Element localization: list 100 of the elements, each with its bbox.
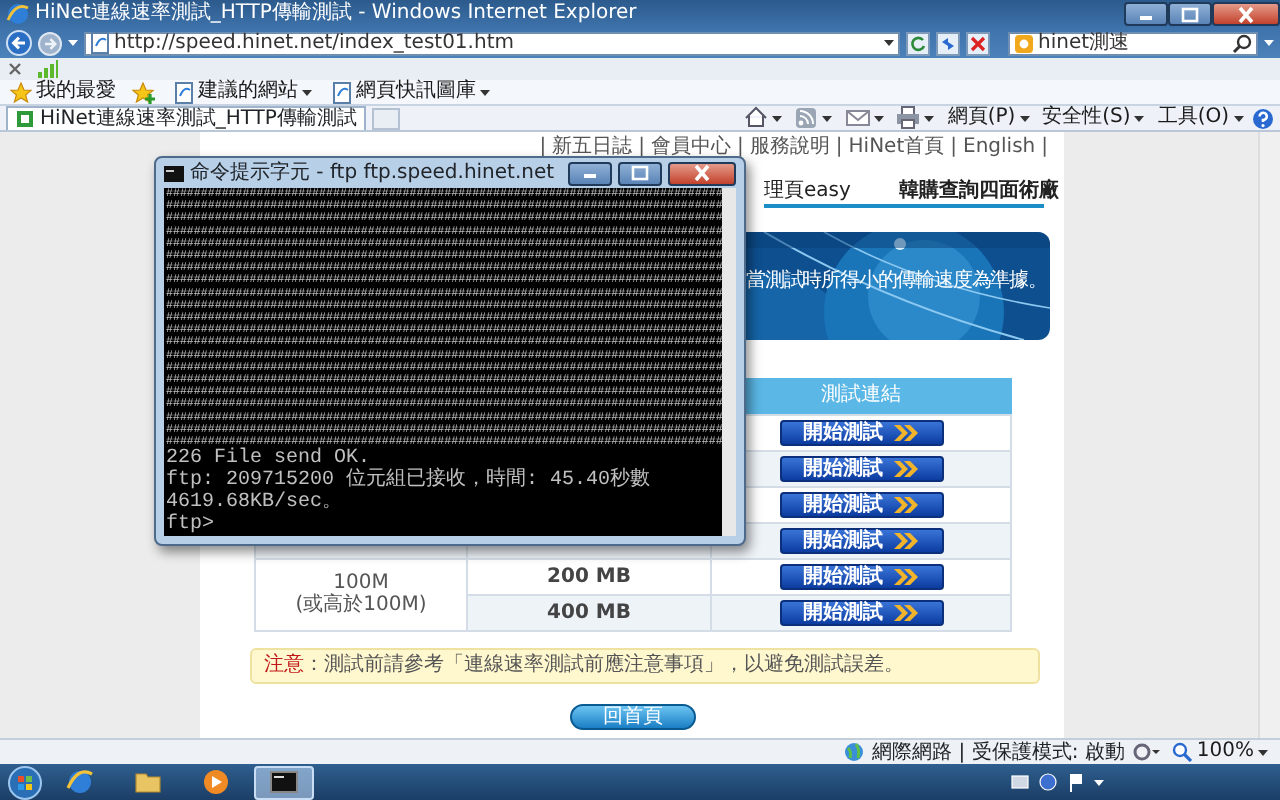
menu-button[interactable]: 工具(O)	[1153, 106, 1247, 130]
stop-icon[interactable]	[966, 31, 990, 55]
start-test-button[interactable]: 開始測試	[779, 455, 943, 481]
back-arrow-icon	[6, 30, 32, 56]
close-icon	[1236, 5, 1256, 23]
dropdown-caret-icon[interactable]	[884, 38, 894, 48]
favorites-button[interactable]: 我的最愛	[6, 80, 120, 104]
feeds-button[interactable]	[790, 106, 837, 130]
start-button[interactable]	[8, 765, 42, 799]
console-icon	[270, 768, 298, 796]
nav-tab[interactable]: 韓購查詢四面術廠	[898, 175, 1059, 205]
chevrons-icon	[891, 603, 919, 621]
caret-icon	[1019, 113, 1030, 123]
window-title: HiNet連線速率測試_HTTP傳輸測試 - Windows Internet Explorer	[35, 0, 637, 28]
folder-icon	[134, 768, 162, 796]
maximize-button[interactable]	[1168, 2, 1212, 26]
console-line: ftp: 209715200 位元組已接收，時間: 45.40秒數 4619.68KB/sec。	[166, 470, 653, 515]
media-player-icon	[202, 768, 230, 796]
maximize-button[interactable]	[618, 161, 662, 185]
signal-bars-icon	[38, 60, 58, 78]
scrollbar[interactable]	[722, 188, 736, 537]
search-box[interactable]: hinet測速	[1008, 31, 1258, 55]
caret-icon	[873, 113, 884, 123]
link-separator: |	[638, 133, 646, 161]
close-icon	[692, 164, 712, 182]
minimize-button[interactable]	[1124, 2, 1168, 26]
chevrons-icon	[891, 531, 919, 549]
chevrons-icon	[891, 495, 919, 513]
chevrons-icon	[891, 459, 919, 477]
header-link[interactable]: English	[963, 132, 1036, 161]
start-test-button[interactable]: 開始測試	[779, 599, 943, 625]
flag-icon[interactable]	[1066, 772, 1086, 792]
caret-icon	[1134, 113, 1145, 123]
minimize-button[interactable]	[568, 161, 612, 185]
menu-button[interactable]: 網頁(P)	[943, 106, 1034, 130]
link-separator: |	[1041, 133, 1048, 161]
help-icon[interactable]	[1252, 107, 1274, 129]
volume-icon[interactable]	[1038, 772, 1058, 792]
caret-icon[interactable]	[1094, 777, 1104, 787]
caret-icon	[480, 87, 490, 97]
security-zone-text: 網際網路 | 受保護模式: 啟動	[872, 739, 1125, 767]
compatibility-icon[interactable]	[936, 31, 960, 55]
envelope-icon	[845, 106, 870, 130]
header-link[interactable]: HiNet首頁	[848, 132, 945, 161]
nav-tab[interactable]: 理頁easy	[764, 175, 851, 205]
taskbar-button[interactable]	[254, 765, 314, 799]
console-line: ftp>	[166, 514, 217, 537]
favorites-link[interactable]: 網頁快訊圖庫	[328, 80, 494, 104]
start-test-button[interactable]: 開始測試	[779, 419, 943, 445]
browser-icon	[66, 768, 94, 796]
star-icon	[10, 81, 32, 103]
caret-icon	[1233, 113, 1243, 123]
file-size: 200 MB	[547, 565, 631, 587]
header-link[interactable]: 新五日誌	[552, 132, 633, 161]
caret-icon	[771, 113, 782, 123]
close-button[interactable]	[1212, 2, 1280, 26]
zoom-button[interactable]: 100%	[1168, 740, 1272, 764]
close-button[interactable]	[668, 161, 736, 185]
favorites-link[interactable]: 建議的網站	[170, 80, 316, 104]
menu-button[interactable]: 安全性(S)	[1038, 106, 1149, 130]
site-icon	[16, 110, 34, 128]
back-button[interactable]	[6, 30, 32, 56]
mail-button[interactable]	[841, 106, 888, 130]
link-separator: |	[539, 133, 547, 161]
caret-icon	[1258, 747, 1268, 757]
search-engine-icon	[1014, 33, 1034, 53]
link-separator: |	[737, 133, 744, 161]
forward-button[interactable]	[38, 31, 62, 55]
console-line: 226 File send OK.	[166, 448, 371, 471]
chevrons-icon	[891, 567, 919, 585]
caret-icon	[822, 113, 833, 123]
maximize-icon	[1180, 5, 1200, 23]
add-favorite-icon[interactable]	[132, 81, 158, 103]
notice-text: 注意：測試前請參考「連線速率測試前應注意事項」，以避免測試誤差。	[250, 647, 1040, 683]
header-link[interactable]: 服務說明	[749, 132, 830, 161]
link-separator: |	[950, 133, 958, 161]
search-field[interactable]: hinet測速	[1038, 32, 1228, 54]
page-icon	[90, 32, 110, 54]
caret-icon	[924, 113, 935, 123]
scrollbar[interactable]	[1258, 132, 1280, 738]
refresh-icon[interactable]	[906, 31, 930, 55]
print-button[interactable]	[892, 106, 939, 130]
close-icon[interactable]	[8, 62, 22, 76]
maximize-icon	[630, 164, 650, 182]
start-test-button[interactable]: 開始測試	[779, 527, 943, 553]
search-icon[interactable]	[1232, 33, 1252, 53]
chevrons-icon	[891, 423, 919, 441]
console-icon	[164, 165, 184, 181]
globe-icon	[844, 742, 865, 762]
network-icon[interactable]	[1010, 772, 1030, 792]
banner-text: 當測試時所得小的傳輸速度為準據。	[746, 270, 1047, 294]
speed-label: 100M (或高於100M)	[295, 572, 427, 616]
caret-icon	[302, 87, 312, 97]
browser-tab[interactable]: HiNet連線速率測試_HTTP傳輸測試	[6, 106, 367, 130]
browser-icon	[6, 2, 30, 26]
header-link[interactable]: 會員中心	[651, 132, 732, 161]
window-title: 命令提示字元 - ftp ftp.speed.hinet.net	[190, 159, 555, 188]
start-test-button[interactable]: 開始測試	[779, 491, 943, 517]
notice-link[interactable]: 「連線速率測試前應注意事項」	[444, 653, 724, 675]
start-test-button[interactable]: 開始測試	[779, 563, 943, 589]
